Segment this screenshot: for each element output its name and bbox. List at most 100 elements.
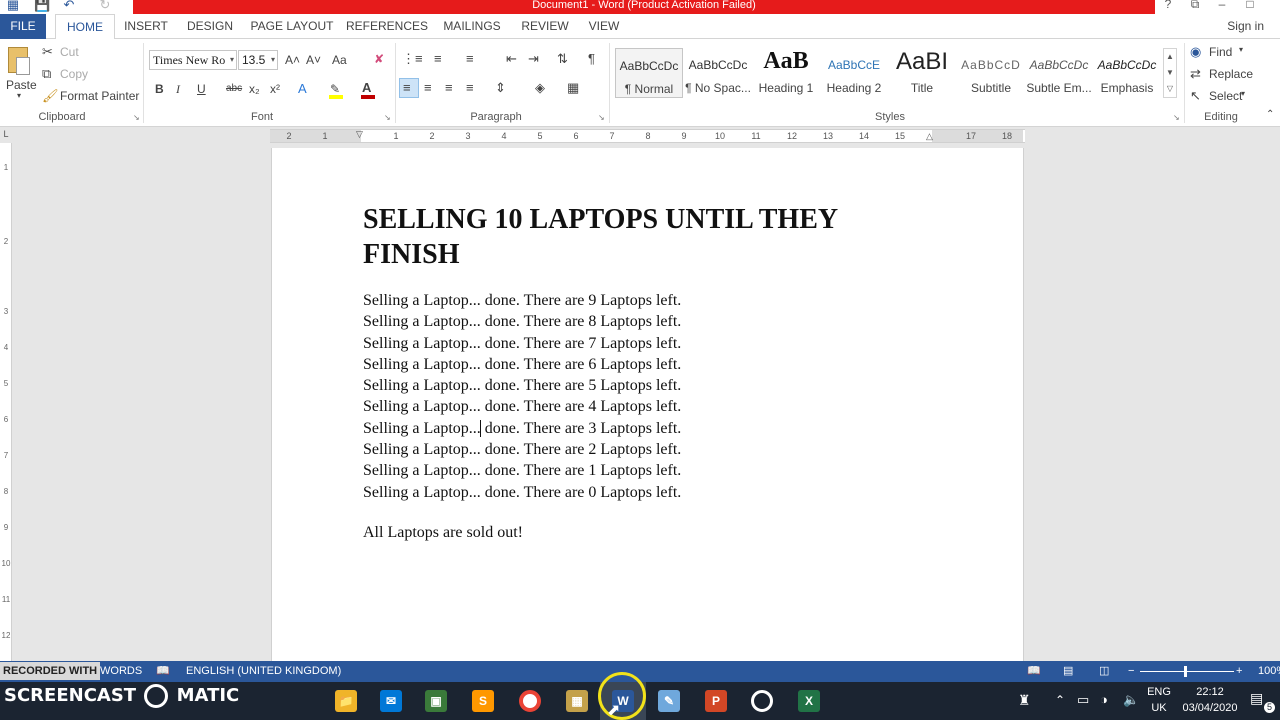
help-icon[interactable]: ? (1158, 0, 1178, 11)
subscript-button[interactable]: x₂ (249, 82, 260, 96)
paste-dropdown-icon[interactable]: ▾ (17, 91, 21, 100)
document-line[interactable]: Selling a Laptop... done. There are 7 La… (363, 333, 681, 354)
copy-button[interactable]: Copy (60, 67, 88, 81)
word-count[interactable]: WORDS (100, 661, 142, 682)
tab-review[interactable]: REVIEW (516, 14, 574, 39)
zoom-level[interactable]: 100% (1258, 661, 1280, 682)
tab-view[interactable]: VIEW (584, 14, 624, 39)
style-title[interactable]: AaBI Title (888, 48, 956, 98)
style-heading-2[interactable]: AaBbCcE Heading 2 (820, 48, 888, 98)
language-indicator[interactable]: ENGLISH (UNITED KINGDOM) (186, 661, 341, 682)
input-region[interactable]: UK (1146, 702, 1172, 714)
clock-date[interactable]: 03/04/2020 (1178, 702, 1242, 714)
excel-icon[interactable]: X (798, 690, 820, 712)
document-line[interactable]: Selling a Laptop... done. There are 4 La… (363, 396, 681, 417)
zoom-in-icon[interactable]: + (1236, 661, 1242, 682)
save-icon[interactable]: 💾 (34, 0, 50, 12)
document-line[interactable]: Selling a Laptop... done. There are 2 La… (363, 439, 681, 460)
document-line[interactable]: Selling a Laptop... done. There are 8 La… (363, 311, 681, 332)
minimize-icon[interactable]: – (1212, 0, 1232, 11)
collapse-ribbon-icon[interactable]: ⌃ (1266, 109, 1274, 120)
notifications-icon[interactable]: ▤ (1250, 690, 1263, 707)
document-line[interactable]: Selling a Laptop... done. There are 3 La… (363, 418, 681, 439)
align-right-icon[interactable]: ≡ (445, 80, 453, 96)
select-button[interactable]: Select (1209, 89, 1242, 103)
style-emphasis[interactable]: AaBbCcDc Emphasis (1093, 48, 1161, 98)
replace-button[interactable]: Replace (1209, 67, 1253, 81)
right-indent-marker-icon[interactable]: △ (926, 131, 933, 142)
tab-insert[interactable]: INSERT (120, 14, 172, 39)
web-layout-icon[interactable]: ◫ (1099, 661, 1109, 682)
document-line[interactable]: Selling a Laptop... done. There are 9 La… (363, 290, 681, 311)
show-marks-icon[interactable]: ¶ (588, 51, 595, 67)
font-name-combo[interactable]: Times New Ro ▾ (149, 50, 237, 70)
align-left-button[interactable]: ≡ (399, 78, 419, 98)
font-launcher-icon[interactable]: ↘ (384, 113, 391, 122)
chevron-down-icon[interactable]: ▾ (1239, 45, 1243, 54)
align-center-icon[interactable]: ≡ (424, 80, 432, 96)
grow-font-button[interactable]: A˄ (285, 53, 300, 67)
italic-button[interactable]: I (176, 82, 180, 97)
underline-button[interactable]: U (197, 82, 206, 96)
clear-formatting-button[interactable]: ✘ (374, 52, 384, 66)
sublime-icon[interactable]: S (472, 690, 494, 712)
paste-label[interactable]: Paste (6, 78, 37, 92)
file-explorer-icon[interactable]: 📁 (335, 690, 357, 712)
change-case-button[interactable]: Aa (332, 53, 347, 67)
tab-home[interactable]: HOME (55, 14, 115, 40)
style-heading-1[interactable]: AaB Heading 1 (752, 48, 820, 98)
cut-button[interactable]: Cut (60, 45, 79, 59)
multilevel-list-icon[interactable]: ≡ (466, 51, 474, 67)
print-layout-icon[interactable]: ▤ (1063, 661, 1073, 682)
chrome-icon[interactable] (519, 690, 541, 712)
tab-selector[interactable]: L (0, 129, 12, 143)
zoom-slider-thumb[interactable] (1184, 666, 1187, 677)
document-page[interactable]: SELLING 10 LAPTOPS UNTIL THEY FINISH Sel… (271, 148, 1024, 668)
shrink-font-button[interactable]: A˅ (306, 53, 321, 67)
justify-icon[interactable]: ≡ (466, 80, 474, 96)
strikethrough-button[interactable]: abc (226, 83, 242, 94)
document-final-line[interactable]: All Laptops are sold out! (363, 524, 523, 542)
zoom-out-icon[interactable]: − (1128, 661, 1134, 682)
tab-references[interactable]: REFERENCES (346, 14, 428, 39)
chevron-down-icon[interactable]: ▾ (1241, 89, 1245, 98)
bullets-icon[interactable]: ⋮≡ (402, 51, 423, 67)
numbering-icon[interactable]: ≡ (434, 51, 442, 67)
tab-design[interactable]: DESIGN (182, 14, 238, 39)
format-painter-button[interactable]: Format Painter (60, 89, 139, 103)
scroll-up-icon[interactable]: ▲ (1164, 49, 1176, 65)
redo-icon[interactable]: ↻ (98, 0, 112, 12)
document-line[interactable]: Selling a Laptop... done. There are 1 La… (363, 460, 681, 481)
read-mode-icon[interactable]: 📖 (1027, 661, 1041, 682)
document-heading[interactable]: SELLING 10 LAPTOPS UNTIL THEY FINISH (363, 202, 923, 272)
text-effects-icon[interactable]: A (298, 81, 307, 97)
battery-icon[interactable]: ▭ (1077, 692, 1089, 708)
superscript-button[interactable]: x² (270, 82, 280, 96)
volume-icon[interactable]: 🔈 (1123, 692, 1139, 708)
zoom-slider[interactable] (1140, 671, 1234, 672)
increase-indent-icon[interactable]: ⇥ (528, 51, 539, 67)
clipboard-launcher-icon[interactable]: ↘ (133, 113, 140, 122)
style-normal[interactable]: AaBbCcDc ¶ Normal (615, 48, 683, 98)
network-icon[interactable]: ◑ (1100, 692, 1108, 707)
input-language[interactable]: ENG (1146, 686, 1172, 698)
highlight-button[interactable]: ✎ (328, 81, 346, 99)
styles-launcher-icon[interactable]: ↘ (1173, 113, 1180, 122)
bold-button[interactable]: B (155, 82, 164, 96)
font-size-combo[interactable]: 13.5 ▾ (238, 50, 278, 70)
scroll-down-icon[interactable]: ▼ (1164, 65, 1176, 81)
horizontal-ruler[interactable]: 2 1 1 2 3 4 5 6 7 8 9 10 11 12 13 14 15 … (270, 129, 1025, 143)
tab-file[interactable]: FILE (0, 14, 46, 39)
more-styles-icon[interactable]: ▽ (1164, 81, 1176, 97)
mail-icon[interactable]: ✉ (380, 690, 402, 712)
clock-time[interactable]: 22:12 (1180, 686, 1240, 698)
document-body[interactable]: Selling a Laptop... done. There are 9 La… (363, 290, 681, 503)
style-subtitle[interactable]: AaBbCcD Subtitle (957, 48, 1025, 98)
people-icon[interactable]: ♜ (1018, 692, 1031, 709)
sort-icon[interactable]: ⇅ (557, 51, 568, 67)
paste-button[interactable] (4, 45, 34, 79)
shading-icon[interactable]: ◈ (535, 80, 545, 96)
notes-icon[interactable]: ✎ (658, 690, 680, 712)
document-line[interactable]: Selling a Laptop... done. There are 5 La… (363, 375, 681, 396)
proofing-icon[interactable]: 📖 (156, 661, 170, 682)
